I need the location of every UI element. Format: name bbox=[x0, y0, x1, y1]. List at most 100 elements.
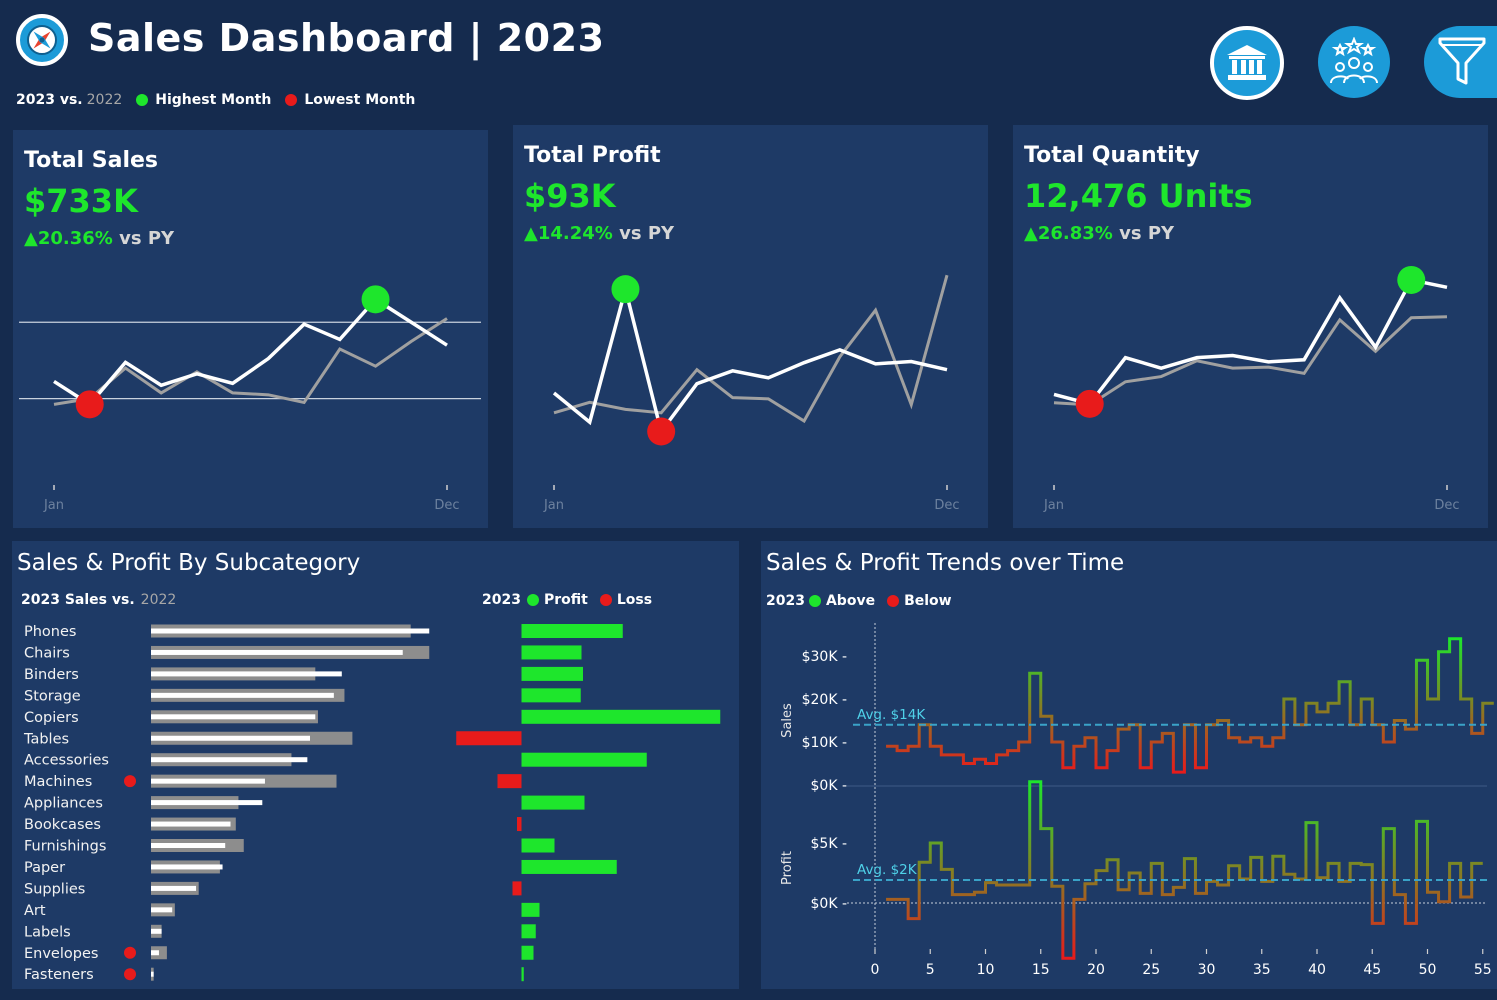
legend-lowest: Lowest Month bbox=[304, 92, 416, 108]
compass-logo-icon bbox=[16, 14, 68, 66]
subcategory-label: Chairs bbox=[24, 645, 70, 661]
lowest-month-marker bbox=[647, 417, 676, 446]
subcategory-bar-chart: Phones Chairs Binders Storage Copiers Tables A… bbox=[23, 624, 721, 983]
bar-2023 bbox=[151, 757, 308, 763]
bar-2023 bbox=[151, 928, 162, 934]
x-tick-label: 25 bbox=[1142, 962, 1160, 978]
lowest-month-marker bbox=[1075, 389, 1104, 418]
profit-bar bbox=[521, 666, 583, 681]
series-line-2022 bbox=[553, 274, 949, 424]
subcategory-label: Bookcases bbox=[24, 817, 101, 833]
bar-2023 bbox=[151, 864, 223, 870]
profit-bar bbox=[521, 924, 536, 939]
x-tick-label: 0 bbox=[871, 962, 880, 978]
legend-previous-year: 2022 bbox=[86, 92, 123, 108]
filter-button[interactable] bbox=[1424, 26, 1497, 98]
x-tick-label: Jan bbox=[1043, 498, 1064, 513]
subcategory-label: Tables bbox=[23, 731, 69, 747]
trends-panel: Sales & Profit Trends over Time 2023 Abo… bbox=[761, 541, 1497, 989]
profit-bar bbox=[521, 967, 524, 982]
profit-bar bbox=[456, 731, 522, 746]
subcategory-panel: Sales & Profit By Subcategory 2023 Sales… bbox=[12, 541, 739, 989]
subcategory-label: Accessories bbox=[24, 753, 109, 769]
subcategory-label: Storage bbox=[24, 688, 81, 704]
x-tick-label: 50 bbox=[1419, 962, 1437, 978]
subcategory-label: Art bbox=[24, 903, 46, 919]
x-tick-label: 10 bbox=[977, 962, 995, 978]
profit-bar bbox=[521, 795, 585, 810]
subcategory-label: Envelopes bbox=[24, 946, 98, 962]
subcategory-label: Appliances bbox=[24, 796, 103, 812]
x-tick-label: Dec bbox=[434, 498, 459, 513]
bar-2023 bbox=[151, 843, 226, 848]
bar-2023 bbox=[151, 692, 334, 698]
customers-button[interactable] bbox=[1318, 26, 1390, 98]
x-tick-label: 40 bbox=[1308, 962, 1326, 978]
series-line-2023 bbox=[53, 297, 448, 407]
loss-flag-dot bbox=[124, 946, 136, 959]
bar-2023 bbox=[151, 907, 173, 913]
profit-bar bbox=[521, 752, 647, 767]
bar-2023 bbox=[151, 885, 197, 891]
quantity-sparkline-chart: Jan Dec bbox=[1043, 265, 1460, 513]
bar-2023 bbox=[151, 714, 316, 720]
profit-bar bbox=[521, 902, 540, 917]
profit-step-line bbox=[886, 780, 1483, 960]
bar-2023 bbox=[151, 735, 310, 741]
header-legend: 2023 vs. 2022 Highest Month Lowest Month bbox=[16, 92, 415, 108]
kpi-total-profit-card: Total Profit $93K ▲14.24% vs PY Jan Dec bbox=[513, 125, 988, 528]
trends-step-chart: Sales $30K - $20K - $10K - $0K - Avg. $14K Pro… bbox=[780, 623, 1494, 978]
sales-step-line bbox=[886, 637, 1494, 774]
x-tick-label: Jan bbox=[543, 498, 564, 513]
x-tick-label: 20 bbox=[1087, 962, 1105, 978]
bank-button[interactable] bbox=[1210, 26, 1284, 100]
profit-tick-label: $0K - bbox=[811, 896, 848, 912]
x-tick-label: 45 bbox=[1363, 962, 1381, 978]
profit-bar bbox=[521, 709, 721, 724]
series-line-2022 bbox=[53, 317, 448, 406]
bar-2023 bbox=[151, 821, 231, 827]
profit-bar bbox=[521, 859, 617, 874]
subcategory-label: Copiers bbox=[24, 710, 79, 726]
series-line-2023 bbox=[552, 282, 948, 436]
highest-month-dot-icon bbox=[136, 94, 149, 106]
profit-bar bbox=[521, 945, 534, 960]
profit-bar bbox=[521, 645, 582, 660]
subcategory-label: Paper bbox=[24, 860, 65, 876]
profit-axis-title: Profit bbox=[780, 851, 795, 885]
profit-tick-label: $5K - bbox=[811, 836, 848, 852]
bar-2023 bbox=[151, 671, 342, 677]
highest-month-marker bbox=[1397, 265, 1426, 294]
bank-icon bbox=[1227, 45, 1267, 80]
bar-2023 bbox=[151, 950, 159, 956]
subcategory-label: Machines bbox=[24, 774, 92, 790]
profit-bar bbox=[521, 838, 555, 853]
loss-flag-dot bbox=[124, 775, 136, 788]
sales-tick-label: $0K - bbox=[811, 778, 848, 794]
page-title: Sales Dashboard | 2023 bbox=[88, 16, 605, 60]
subcategory-label: Phones bbox=[24, 624, 76, 640]
x-tick-label: Dec bbox=[1434, 498, 1459, 513]
profit-bar bbox=[512, 881, 522, 896]
bar-2023 bbox=[151, 778, 265, 784]
sales-sparkline-chart: Jan Dec bbox=[19, 285, 481, 513]
profit-bar bbox=[497, 774, 522, 789]
sales-axis-title: Sales bbox=[780, 703, 795, 738]
lowest-month-dot-icon bbox=[285, 94, 298, 106]
legend-current-year: 2023 vs. bbox=[16, 92, 83, 108]
sales-tick-label: $10K - bbox=[802, 735, 847, 751]
sales-average-label: Avg. $14K bbox=[857, 707, 926, 723]
profit-sparkline-chart: Jan Dec bbox=[543, 274, 960, 513]
highest-month-marker bbox=[611, 275, 640, 304]
bar-2023 bbox=[151, 971, 154, 977]
x-tick-label: 30 bbox=[1198, 962, 1216, 978]
highest-month-marker bbox=[361, 285, 390, 314]
series-line-2022 bbox=[1053, 315, 1448, 407]
profit-bar bbox=[517, 817, 522, 832]
sales-tick-label: $20K - bbox=[802, 692, 847, 708]
profit-bar bbox=[521, 624, 623, 638]
lowest-month-marker bbox=[75, 390, 104, 419]
customers-icon bbox=[1330, 37, 1378, 84]
subcategory-label: Fasteners bbox=[24, 967, 94, 983]
series-line-2023 bbox=[1053, 277, 1448, 406]
